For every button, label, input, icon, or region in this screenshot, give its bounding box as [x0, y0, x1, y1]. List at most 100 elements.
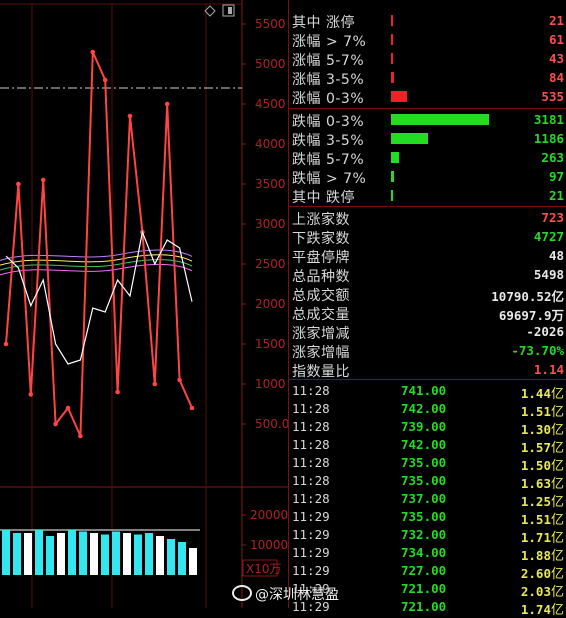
up-label: 其中 涨停: [292, 15, 355, 31]
red-series-point: [90, 49, 96, 55]
index-chart: 5500 5000 4500 4000 3500 3000 2500 2000 1500 1000…: [0, 0, 288, 608]
red-series-point: [164, 101, 170, 107]
summary-value: 4727: [533, 229, 564, 244]
up-row: 涨幅 3-5% 84: [289, 68, 566, 88]
tick-price: 732.00: [401, 527, 447, 542]
trade-tick-row: 11:29 734.00 1.88亿: [289, 543, 566, 564]
up-label: 涨幅 3-5%: [292, 72, 365, 88]
up-bar: [391, 15, 393, 26]
trade-tick-row: 11:29 727.00 2.60亿: [289, 561, 566, 582]
down-value: 263: [541, 150, 564, 165]
up-value: 43: [548, 51, 564, 66]
divider: [289, 379, 566, 380]
up-bar: [391, 53, 393, 64]
trade-tick-row: 11:28 741.00 1.44亿: [289, 381, 566, 402]
volume-bar: [189, 548, 197, 575]
summary-row: 总成交额 10790.52亿: [289, 284, 566, 304]
volume-bar: [101, 534, 109, 575]
tick-price: 742.00: [401, 437, 447, 452]
up-value: 84: [548, 70, 564, 85]
summary-value: -2026: [526, 324, 564, 339]
up-row: 涨幅 0-3% 535: [289, 87, 566, 107]
volume-bar: [46, 536, 54, 575]
down-value: 1186: [533, 131, 564, 146]
y-tick-label: 4000: [255, 137, 286, 151]
up-label: 涨幅 5-7%: [292, 53, 365, 69]
up-value: 61: [548, 32, 564, 47]
down-row: 其中 跌停 21: [289, 186, 566, 206]
summary-row: 上涨家数 723: [289, 208, 566, 228]
up-row: 其中 涨停 21: [289, 11, 566, 31]
volume-bar: [2, 530, 10, 575]
up-bar: [391, 34, 393, 45]
down-label: 跌幅 5-7%: [292, 152, 365, 168]
tick-price: 735.00: [401, 455, 447, 470]
weibo-icon: [232, 585, 252, 601]
down-label: 其中 跌停: [292, 190, 355, 206]
summary-label: 上涨家数: [292, 212, 350, 228]
summary-value: -73.70%: [511, 343, 564, 358]
volume-bar: [178, 542, 186, 575]
y-tick-label: 2500: [255, 257, 286, 271]
down-row: 跌幅 > 7% 97: [289, 167, 566, 187]
red-series-point: [177, 377, 182, 383]
summary-label: 总成交额: [292, 288, 350, 304]
tick-time: 11:29: [292, 563, 330, 578]
summary-value: 5498: [533, 267, 564, 282]
red-series-line: [5, 51, 193, 437]
summary-row: 总品种数 5498: [289, 265, 566, 285]
summary-label: 指数量比: [292, 364, 350, 380]
trade-tick-row: 11:29 732.00 1.71亿: [289, 525, 566, 546]
y-tick-label: 1000: [255, 377, 286, 391]
y-tick-label: 3500: [255, 177, 286, 191]
trade-tick-row: 11:28 739.00 1.30亿: [289, 417, 566, 438]
down-bar: [391, 133, 428, 144]
ma-line-4: [0, 263, 193, 276]
tick-time: 11:28: [292, 491, 330, 506]
down-value: 3181: [533, 112, 564, 127]
tick-time: 11:29: [292, 545, 330, 560]
y-tick-label: 2000: [255, 297, 286, 311]
tick-price: 735.00: [401, 473, 447, 488]
square-icon-inner: [228, 7, 232, 14]
summary-row: 总成交量 69697.9万: [289, 303, 566, 323]
volume-bar: [90, 533, 98, 575]
summary-label: 总品种数: [292, 269, 350, 285]
down-bar: [391, 152, 400, 163]
up-bar: [391, 91, 408, 102]
y-tick-label: 500.00: [255, 417, 288, 431]
trade-tick-row: 11:28 742.00 1.51亿: [289, 399, 566, 420]
red-series-point: [115, 389, 120, 395]
volume-bar: [112, 531, 120, 575]
red-series-point: [102, 77, 108, 83]
divider: [289, 206, 566, 207]
volume-bar: [79, 531, 87, 575]
tick-price: 721.00: [401, 599, 447, 614]
tick-price: 721.00: [401, 581, 447, 596]
tick-time: 11:29: [292, 527, 330, 542]
up-row: 涨幅 > 7% 61: [289, 30, 566, 50]
summary-value: 1.14: [533, 362, 564, 377]
tick-time: 11:28: [292, 437, 330, 452]
tick-price: 735.00: [401, 509, 447, 524]
volume-bar: [35, 530, 43, 575]
tick-amount-value: 1.74: [520, 602, 551, 617]
tick-time: 11:28: [292, 455, 330, 470]
trade-tick-row: 11:28 735.00 1.50亿: [289, 453, 566, 474]
y-tick-label: 3000: [255, 217, 286, 231]
down-row: 跌幅 0-3% 3181: [289, 110, 566, 130]
red-series-point: [127, 113, 133, 119]
down-bar: [391, 114, 489, 125]
summary-row: 平盘停牌 48: [289, 246, 566, 266]
volume-bar: [156, 536, 164, 575]
volume-bar: [13, 533, 21, 575]
summary-row: 涨家增幅 -73.70%: [289, 341, 566, 361]
volume-bar: [134, 534, 142, 575]
tick-price: 739.00: [401, 419, 447, 434]
trade-tick-row: 11:28 735.00 1.63亿: [289, 471, 566, 492]
red-series-point: [16, 181, 21, 187]
volume-bar: [123, 533, 131, 575]
trade-tick-row: 11:29 735.00 1.51亿: [289, 507, 566, 528]
tick-time: 11:29: [292, 509, 330, 524]
summary-row: 下跌家数 4727: [289, 227, 566, 247]
